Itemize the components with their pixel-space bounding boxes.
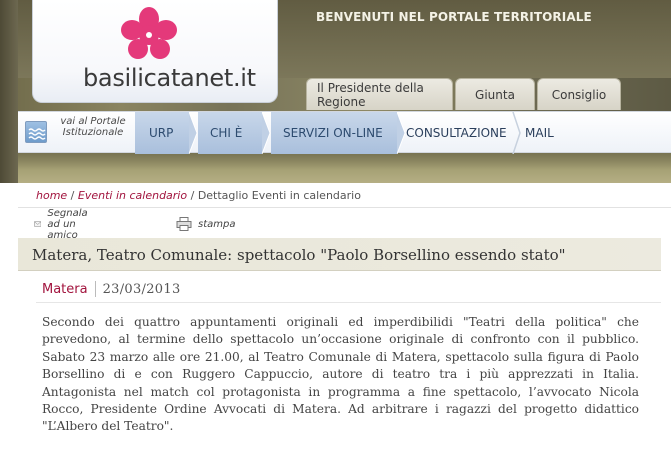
waves-icon (28, 128, 46, 140)
nav-separator-icon (512, 112, 521, 154)
breadcrumb-home[interactable]: home (36, 189, 67, 202)
divider (18, 207, 671, 208)
article-title-bar: Matera, Teatro Comunale: spettacolo "Pao… (18, 238, 661, 271)
report-to-friend-button[interactable]: Segnala ad un amico (34, 208, 96, 241)
welcome-text: BENVENUTI NEL PORTALE TERRITORIALE (316, 10, 592, 24)
header-left-edge (0, 0, 18, 183)
meta-separator (94, 281, 96, 297)
flower-logo-icon (121, 7, 177, 59)
nav-servizi-online[interactable]: SERVIZI ON-LINE (271, 112, 397, 154)
portal-link-label: vai al Portale Istituzionale (60, 116, 126, 138)
breadcrumb-events[interactable]: Eventi in calendario (78, 189, 187, 202)
printer-icon (176, 217, 192, 231)
site-header: BENVENUTI NEL PORTALE TERRITORIALE basil… (0, 0, 671, 183)
print-label: stampa (198, 218, 236, 230)
article-title: Matera, Teatro Comunale: spettacolo "Pao… (32, 246, 566, 264)
article-date: 23/03/2013 (102, 281, 181, 297)
divider (36, 302, 661, 303)
nav-mail[interactable]: MAIL (525, 112, 585, 154)
breadcrumb: home / Eventi in calendario / Dettaglio … (36, 189, 361, 202)
print-button[interactable]: stampa (176, 215, 235, 233)
portal-istituzionale-link[interactable]: vai al Portale Istituzionale (18, 112, 136, 154)
report-to-friend-label: Segnala ad un amico (47, 207, 88, 241)
breadcrumb-separator: / (67, 189, 78, 202)
tab-president[interactable]: Il Presidente della Regione (306, 78, 453, 110)
envelope-icon (34, 221, 42, 227)
nav-chi-e[interactable]: CHI È (198, 112, 262, 154)
top-tabs: Il Presidente della Regione Giunta Consi… (306, 78, 623, 110)
breadcrumb-current: Dettaglio Eventi in calendario (197, 189, 361, 202)
nav-consultazione[interactable]: CONSULTAZIONE (406, 112, 526, 154)
main-nav: vai al Portale Istituzionale URP CHI È S… (18, 111, 671, 154)
header-landscape (0, 150, 671, 183)
nav-urp[interactable]: URP (135, 112, 189, 154)
logo[interactable]: basilicatanet.it (32, 0, 278, 103)
portal-icon (25, 121, 47, 143)
logo-text: basilicatanet.it (83, 64, 256, 92)
article-meta: Matera 23/03/2013 (42, 280, 181, 298)
tab-giunta[interactable]: Giunta (455, 78, 535, 110)
article-place[interactable]: Matera (42, 282, 88, 297)
tab-consiglio[interactable]: Consiglio (537, 78, 621, 110)
article-body: Secondo dei quattro appuntamenti origina… (42, 315, 639, 434)
breadcrumb-separator: / (187, 189, 198, 202)
